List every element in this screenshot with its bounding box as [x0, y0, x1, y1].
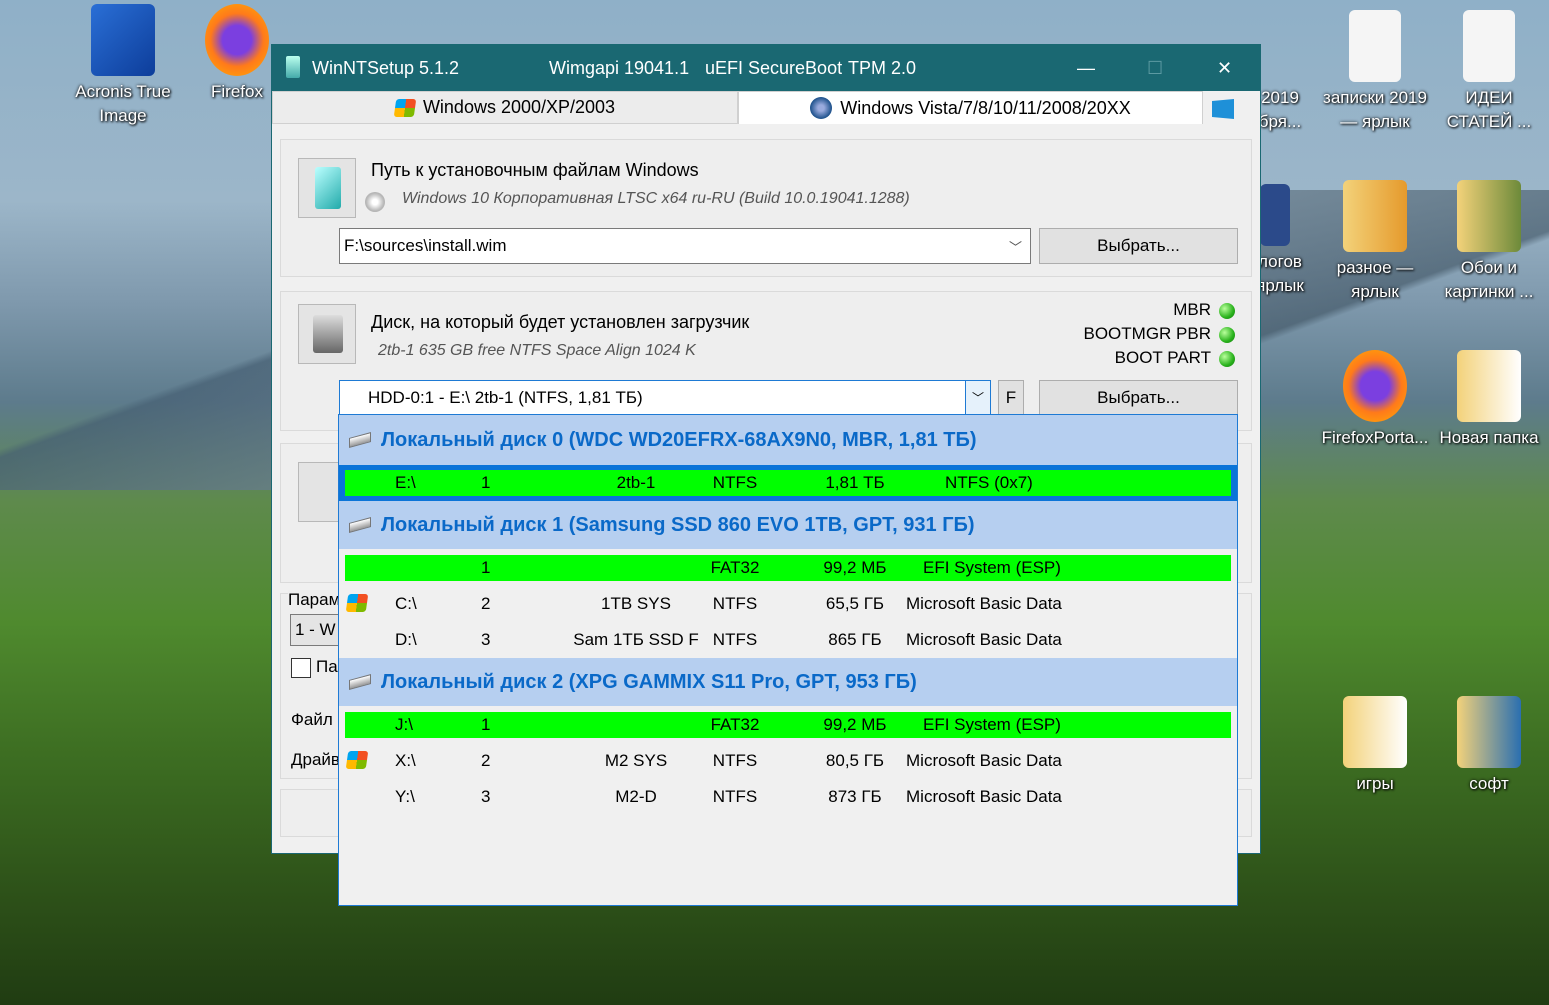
windows-xp-icon — [393, 98, 417, 117]
select-source-button[interactable]: Выбрать... — [1039, 228, 1238, 264]
bootpart-status: BOOT PART — [1115, 348, 1235, 368]
boot-info: 2tb-1 635 GB free NTFS Space Align 1024 … — [378, 342, 696, 359]
window-title: WinNTSetup 5.1.2 — [312, 58, 460, 78]
windows-vista-icon — [810, 97, 833, 119]
boot-drive-icon — [298, 304, 356, 364]
folder-icon — [1343, 180, 1407, 252]
title-bar[interactable]: WinNTSetup 5.1.2 Wimgapi 19041.1 uEFI Se… — [272, 45, 1260, 91]
partition-row[interactable]: C:\ 2 1TB SYS NTFS 65,5 ГБ Microsoft Basic Da… — [345, 591, 1231, 617]
image-info: Windows 10 Корпоративная LTSC x64 ru-RU … — [402, 190, 910, 207]
tab-windows-xp[interactable]: Windows 2000/XP/2003 — [272, 91, 738, 124]
status-ok-icon — [1219, 326, 1235, 343]
secureboot-status: uEFI SecureBoot — [705, 58, 843, 78]
disc-icon — [365, 192, 385, 212]
close-button[interactable]: ✕ — [1217, 58, 1232, 79]
source-label: Путь к установочным файлам Windows — [371, 160, 699, 180]
app-icon — [286, 56, 300, 78]
partition-row[interactable]: X:\ 2 M2 SYS NTFS 80,5 ГБ Microsoft Basic Dat… — [345, 748, 1231, 774]
partition-row[interactable]: 1 FAT32 99,2 МБ EFI System (ESP) — [345, 555, 1231, 581]
desktop-icon[interactable]: записки 2019 — ярлык — [1320, 10, 1430, 134]
document-icon — [1463, 10, 1515, 82]
windows-logo-icon — [345, 594, 369, 612]
tab-windows-vista[interactable]: Windows Vista/7/8/10/11/2008/20XX — [738, 91, 1203, 124]
wimgapi-version: Wimgapi 19041.1 — [549, 58, 690, 78]
partition-row[interactable]: D:\ 3 Sam 1ТБ SSD F NTFS 865 ГБ Microsoft Bas… — [345, 627, 1231, 653]
desktop-icon[interactable]: софт — [1434, 696, 1544, 796]
boot-drive-combobox[interactable]: HDD-0:1 - E:\ 2tb-1 (NTFS, 1,81 ТБ) ﹀ — [339, 380, 991, 416]
firefox-icon — [205, 4, 269, 76]
windows-logo-icon — [345, 751, 369, 769]
status-ok-icon — [1219, 302, 1235, 319]
hard-disk-icon — [349, 517, 371, 533]
folder-icon — [1343, 696, 1407, 768]
folder-icon — [1260, 184, 1290, 246]
minimize-button[interactable]: — — [1077, 58, 1095, 79]
source-section: Путь к установочным файлам Windows Windo… — [280, 139, 1252, 277]
desktop-icon[interactable]: Новая папка — [1434, 350, 1544, 450]
firefox-icon — [1343, 350, 1407, 422]
hard-disk-icon — [349, 674, 371, 690]
boot-section: Диск, на который будет установлен загруз… — [280, 291, 1252, 431]
boot-label: Диск, на который будет установлен загруз… — [371, 312, 750, 332]
disk-header: Локальный диск 1 (Samsung SSD 860 EVO 1T… — [339, 501, 1237, 549]
select-boot-button[interactable]: Выбрать... — [1039, 380, 1238, 416]
folder-icon — [1457, 180, 1521, 252]
document-icon — [1349, 10, 1401, 82]
desktop-icon[interactable]: разное — ярлык — [1320, 180, 1430, 304]
desktop-icon-acronis[interactable]: Acronis True Image — [68, 4, 178, 128]
hard-disk-icon — [349, 432, 371, 448]
f-button[interactable]: F — [998, 380, 1024, 416]
disk-header: Локальный диск 2 (XPG GAMMIX S11 Pro, GP… — [339, 658, 1237, 706]
option-checkbox[interactable] — [291, 658, 311, 678]
windows-install-icon — [298, 158, 356, 218]
maximize-button[interactable]: ☐ — [1147, 58, 1163, 79]
desktop-icon[interactable]: игры — [1320, 696, 1430, 796]
desktop-icon[interactable]: ИДЕИ СТАТЕЙ ... — [1434, 10, 1544, 134]
chevron-down-icon[interactable]: ﹀ — [1009, 237, 1022, 256]
status-ok-icon — [1219, 350, 1235, 367]
desktop-icon[interactable]: Обои и картинки ... — [1434, 180, 1544, 304]
partition-row[interactable]: E:\ 1 2tb-1 NTFS 1,81 ТБ NTFS (0x7) — [345, 470, 1231, 496]
boot-drive-dropdown-list[interactable]: Локальный диск 0 (WDC WD20EFRX-68AX9N0, … — [338, 414, 1238, 906]
tpm-status: TPM 2.0 — [848, 58, 917, 78]
chevron-down-icon[interactable]: ﹀ — [965, 381, 990, 415]
partition-row[interactable]: Y:\ 3 M2-D NTFS 873 ГБ Microsoft Basic Data — [345, 784, 1231, 810]
folder-icon — [1457, 350, 1521, 422]
bootmgr-status: BOOTMGR PBR — [1083, 324, 1235, 344]
folder-icon — [1457, 696, 1521, 768]
acronis-icon — [91, 4, 155, 76]
windows10-icon — [1212, 99, 1234, 119]
disk-header: Локальный диск 0 (WDC WD20EFRX-68AX9N0, … — [339, 415, 1237, 465]
mbr-status: MBR — [1173, 300, 1235, 320]
desktop-icon[interactable]: FirefoxPorta... — [1320, 350, 1430, 450]
source-path-combobox[interactable]: F:\sources\install.wim ﹀ — [339, 228, 1031, 264]
partition-row[interactable]: J:\ 1 FAT32 99,2 МБ EFI System (ESP) — [345, 712, 1231, 738]
